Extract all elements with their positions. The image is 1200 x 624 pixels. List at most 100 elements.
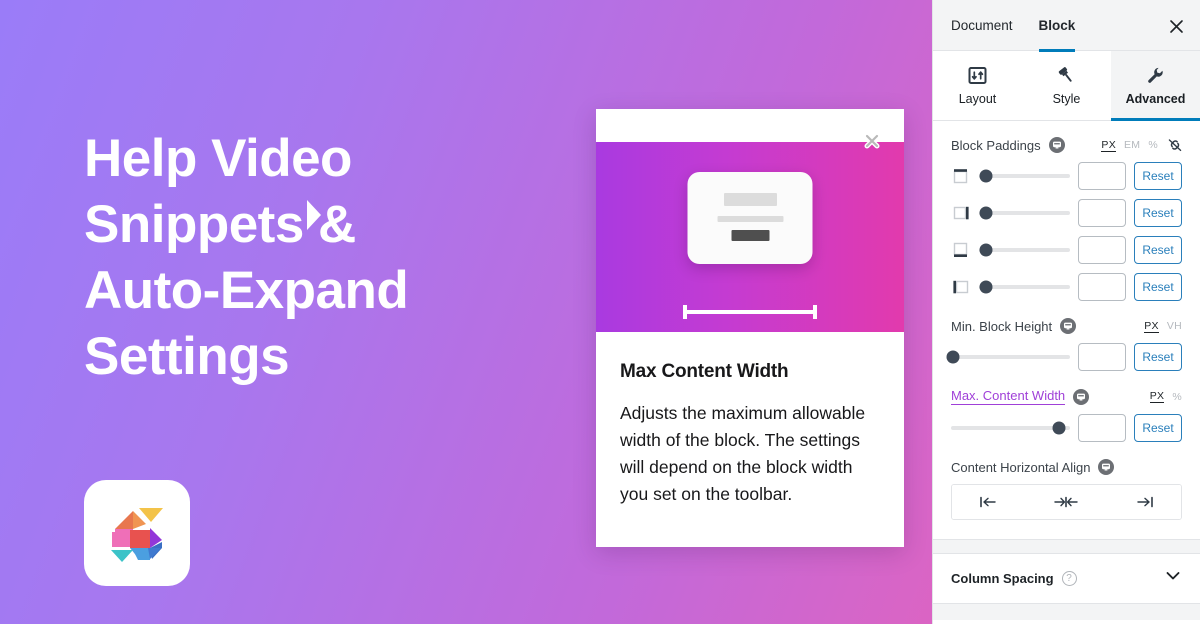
unit-em[interactable]: EM — [1124, 139, 1140, 151]
content-horizontal-align-label: Content Horizontal Align — [951, 459, 1091, 475]
width-measure-icon — [683, 305, 817, 319]
tab-block[interactable]: Block — [1038, 0, 1075, 52]
min-block-height-reset-button[interactable]: Reset — [1134, 343, 1182, 371]
promo-block: Help Video Snippets & Auto-Expand Settin… — [84, 126, 564, 390]
min-block-height-knob[interactable] — [946, 350, 960, 364]
padding-bottom-input[interactable] — [1078, 236, 1126, 264]
min-block-height-input[interactable] — [1078, 343, 1126, 371]
help-video-icon[interactable] — [1060, 318, 1077, 334]
padding-right-knob[interactable] — [979, 206, 993, 220]
max-content-width-row: Reset — [951, 414, 1182, 442]
help-video-icon[interactable] — [1098, 459, 1115, 475]
close-icon[interactable] — [862, 131, 882, 151]
align-left-button[interactable] — [952, 485, 1029, 519]
accordion-column-spacing[interactable]: Column Spacing ? — [933, 554, 1200, 604]
content-horizontal-align-header: Content Horizontal Align — [951, 459, 1182, 475]
tab-style-label: Style — [1052, 91, 1081, 106]
min-block-height-slider[interactable] — [946, 350, 1070, 364]
align-center-icon — [1054, 496, 1079, 508]
align-right-button[interactable] — [1104, 485, 1181, 519]
padding-top-reset-button[interactable]: Reset — [1134, 162, 1182, 190]
padding-bottom-icon — [951, 241, 971, 259]
padding-left-icon — [951, 278, 971, 296]
padding-right-row: Reset — [951, 199, 1182, 227]
layout-icon — [968, 66, 987, 85]
padding-top-knob[interactable] — [979, 169, 993, 183]
tab-style[interactable]: Style — [1022, 51, 1111, 120]
min-block-height-control: Min. Block Height PX VH Reset — [946, 318, 1182, 371]
advanced-controls: Block Paddings PX EM % Reset Reset Reset… — [933, 121, 1200, 520]
padding-left-slider[interactable] — [979, 280, 1070, 294]
align-right-icon — [1137, 496, 1153, 508]
block-paddings-label: Block Paddings — [951, 137, 1041, 153]
help-video-icon[interactable] — [1048, 137, 1065, 153]
chevron-down-icon[interactable] — [1164, 567, 1182, 590]
preview-text-bar — [717, 216, 783, 222]
padding-left-input[interactable] — [1078, 273, 1126, 301]
card-title: Max Content Width — [620, 361, 789, 382]
max-content-width-input[interactable] — [1078, 414, 1126, 442]
align-left-icon — [980, 496, 996, 508]
stackable-logo — [84, 480, 190, 586]
tab-layout-label: Layout — [958, 91, 997, 106]
padding-top-slider[interactable] — [979, 169, 1070, 183]
tab-layout[interactable]: Layout — [933, 51, 1022, 120]
max-content-width-slider[interactable] — [951, 421, 1070, 435]
width-unit-switcher: PX % — [1149, 390, 1182, 403]
padding-left-row: Reset — [951, 273, 1182, 301]
align-button-group — [951, 484, 1182, 520]
padding-right-input[interactable] — [1078, 199, 1126, 227]
wrench-icon — [1146, 66, 1165, 85]
page-title: Help Video Snippets & Auto-Expand Settin… — [84, 129, 409, 386]
min-block-height-row: Reset — [946, 343, 1182, 371]
align-center-button[interactable] — [1028, 485, 1105, 519]
unit-px[interactable]: PX — [1144, 320, 1159, 333]
padding-unit-switcher: PX EM % — [1101, 138, 1182, 152]
unit-px[interactable]: PX — [1149, 390, 1165, 403]
card-pointer-arrow — [307, 200, 321, 230]
tab-advanced[interactable]: Advanced — [1111, 51, 1200, 121]
max-content-width-label: Max. Content Width — [951, 388, 1066, 405]
padding-left-reset-button[interactable]: Reset — [1134, 273, 1182, 301]
padding-right-icon — [951, 204, 971, 222]
accordion-label: Column Spacing — [951, 571, 1054, 586]
padding-left-knob[interactable] — [979, 280, 993, 294]
padding-bottom-slider[interactable] — [979, 243, 1070, 257]
padding-top-icon — [951, 167, 971, 185]
stackable-logo-icon — [111, 508, 163, 562]
ruler-bar — [686, 310, 814, 314]
padding-bottom-reset-button[interactable]: Reset — [1134, 236, 1182, 264]
padding-right-reset-button[interactable]: Reset — [1134, 199, 1182, 227]
unit-percent[interactable]: % — [1148, 139, 1158, 151]
card-body: Max Content Width Adjusts the maximum al… — [596, 332, 904, 508]
max-content-width-knob[interactable] — [1052, 421, 1066, 435]
height-unit-switcher: PX VH — [1144, 320, 1182, 333]
panel-close-icon[interactable] — [1164, 14, 1188, 38]
min-block-height-label: Min. Block Height — [951, 318, 1053, 334]
padding-right-slider[interactable] — [979, 206, 1070, 220]
block-paddings-control: Block Paddings PX EM % Reset Reset Reset… — [951, 137, 1182, 301]
preview-button-bar — [731, 230, 769, 241]
unit-vh[interactable]: VH — [1167, 320, 1182, 332]
tab-document[interactable]: Document — [951, 0, 1013, 51]
block-inspector-panel: Document Block Layout Style Advanced Blo… — [932, 0, 1200, 624]
tab-advanced-label: Advanced — [1125, 91, 1186, 106]
unlink-icon[interactable] — [1168, 138, 1182, 152]
question-icon[interactable]: ? — [1061, 571, 1077, 586]
card-media-preview — [596, 142, 904, 332]
preview-heading-bar — [723, 193, 777, 206]
help-video-icon[interactable] — [1073, 388, 1090, 405]
content-horizontal-align-control: Content Horizontal Align — [951, 459, 1182, 520]
ruler-cap-right — [813, 305, 817, 319]
screenshot-stage: Help Video Snippets & Auto-Expand Settin… — [0, 0, 1200, 624]
padding-top-input[interactable] — [1078, 162, 1126, 190]
unit-px[interactable]: PX — [1101, 139, 1116, 152]
panel-tail-spacer — [933, 604, 1200, 620]
min-block-height-header: Min. Block Height PX VH — [951, 318, 1182, 334]
unit-percent[interactable]: % — [1172, 391, 1182, 403]
max-content-width-header: Max. Content Width PX % — [951, 388, 1182, 405]
max-content-width-reset-button[interactable]: Reset — [1134, 414, 1182, 442]
padding-bottom-row: Reset — [951, 236, 1182, 264]
help-video-card: Max Content Width Adjusts the maximum al… — [596, 109, 904, 547]
padding-bottom-knob[interactable] — [979, 243, 993, 257]
